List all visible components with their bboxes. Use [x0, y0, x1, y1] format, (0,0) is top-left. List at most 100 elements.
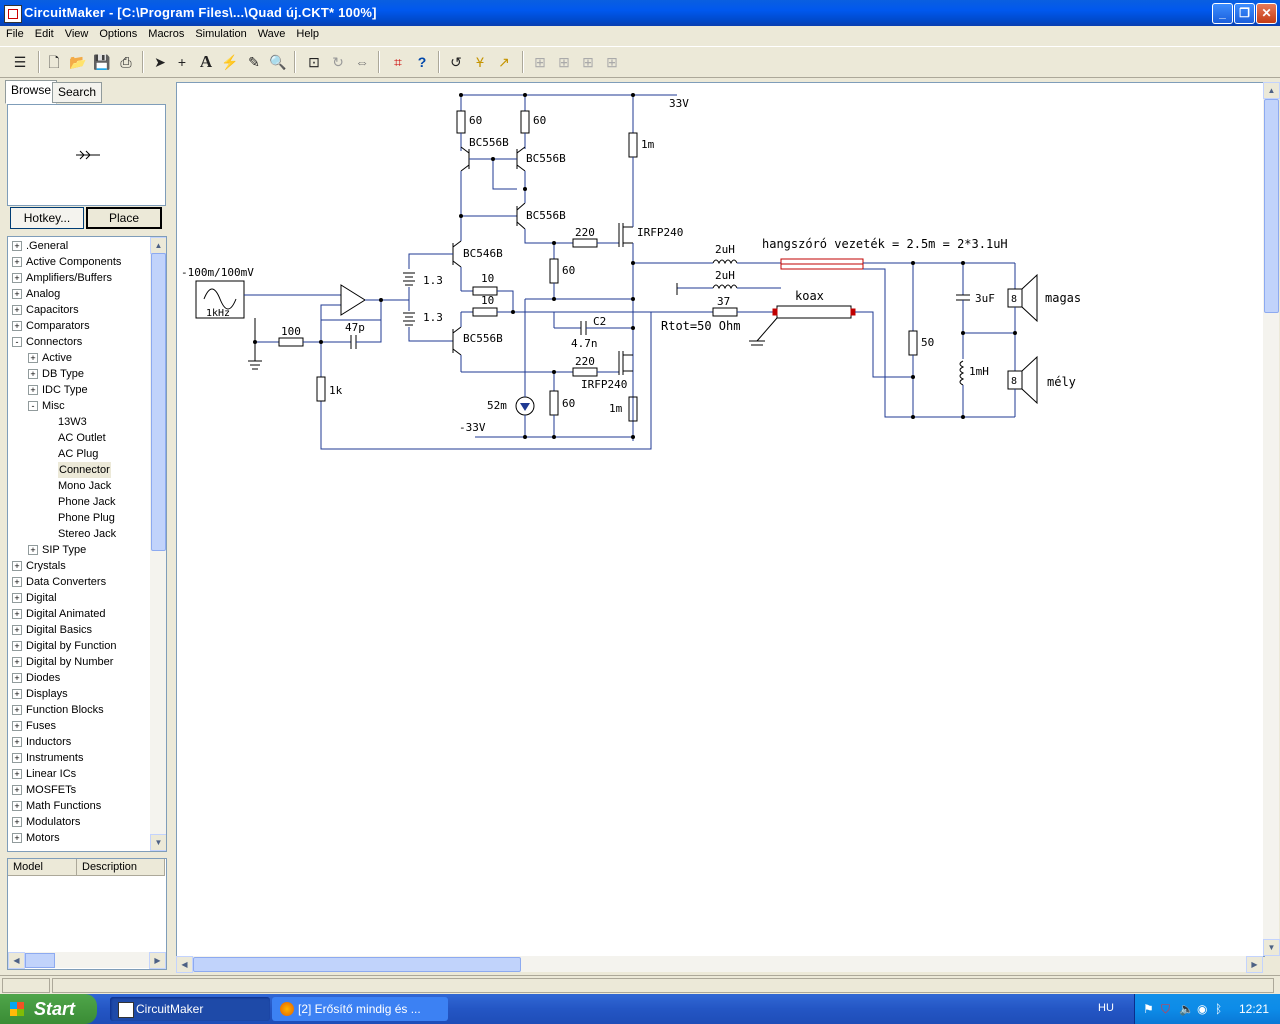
scroll-down-icon[interactable]: ▼: [150, 834, 166, 851]
expand-icon[interactable]: +: [28, 385, 38, 395]
canvas-vscrollbar[interactable]: ▲ ▼: [1263, 82, 1280, 956]
tab-browse[interactable]: Browse: [5, 80, 58, 104]
security-shield-icon[interactable]: ⛉: [1161, 1002, 1170, 1017]
tree-item[interactable]: + Active Components: [8, 254, 148, 270]
tree-item[interactable]: + Comparators: [8, 318, 148, 334]
close-button[interactable]: ✕: [1256, 3, 1277, 24]
expand-icon[interactable]: +: [12, 609, 22, 619]
tree-scroll-thumb[interactable]: [151, 253, 166, 551]
expand-icon[interactable]: +: [12, 753, 22, 763]
expand-icon[interactable]: +: [12, 769, 22, 779]
expand-icon[interactable]: +: [12, 257, 22, 267]
canvas-hscrollbar[interactable]: ◀ ▶: [176, 956, 1263, 973]
expand-icon[interactable]: +: [12, 817, 22, 827]
netlist-icon[interactable]: ⌗: [388, 52, 408, 72]
tree-item[interactable]: + Digital Animated: [8, 606, 148, 622]
tree-item[interactable]: + Digital by Function: [8, 638, 148, 654]
menu-edit[interactable]: Edit: [29, 26, 59, 40]
tree-item[interactable]: Mono Jack: [8, 478, 148, 494]
tree-item[interactable]: Connector: [8, 462, 148, 478]
tree-item[interactable]: + Displays: [8, 686, 148, 702]
clock[interactable]: 12:21: [1239, 1002, 1269, 1016]
tree-item[interactable]: + Fuses: [8, 718, 148, 734]
expand-icon[interactable]: +: [28, 545, 38, 555]
tree-item[interactable]: AC Plug: [8, 446, 148, 462]
expand-icon[interactable]: +: [12, 577, 22, 587]
sync-icon[interactable]: ◉: [1197, 1002, 1207, 1016]
tree-item[interactable]: + Math Functions: [8, 798, 148, 814]
zoom-fit-icon[interactable]: ⊡: [304, 52, 324, 72]
tree-item[interactable]: - Misc: [8, 398, 148, 414]
tree-item[interactable]: + Digital Basics: [8, 622, 148, 638]
tree-item[interactable]: + Active: [8, 350, 148, 366]
expand-icon[interactable]: +: [12, 657, 22, 667]
expand-icon[interactable]: +: [12, 833, 22, 843]
tree-item[interactable]: + Function Blocks: [8, 702, 148, 718]
tree-item[interactable]: + DB Type: [8, 366, 148, 382]
tree-item[interactable]: + SIP Type: [8, 542, 148, 558]
canvas-scroll-down-icon[interactable]: ▼: [1263, 939, 1280, 956]
tree-scrollbar[interactable]: ▲ ▼: [150, 237, 166, 851]
expand-icon[interactable]: +: [12, 305, 22, 315]
tree-item[interactable]: 13W3: [8, 414, 148, 430]
tree-item[interactable]: + Digital: [8, 590, 148, 606]
arrow-tool-icon[interactable]: ➤: [150, 52, 170, 72]
open-folder-icon[interactable]: 📂: [68, 52, 88, 72]
mirror-icon[interactable]: ⇔: [352, 52, 372, 72]
wire-tool-icon[interactable]: +: [172, 52, 192, 72]
help-icon[interactable]: ?: [412, 52, 432, 72]
scroll-left-icon[interactable]: ◀: [8, 952, 25, 969]
tree-item[interactable]: + Instruments: [8, 750, 148, 766]
place-button[interactable]: Place: [86, 207, 162, 229]
tree-item[interactable]: + Amplifiers/Buffers: [8, 270, 148, 286]
tree-item[interactable]: + Analog: [8, 286, 148, 302]
tree-item[interactable]: Phone Jack: [8, 494, 148, 510]
schematic-drawing[interactable]: 33V -33V -100m/100mV 1kHz 100 47p 1k 60 …: [177, 83, 1264, 956]
tree-item[interactable]: + Linear ICs: [8, 766, 148, 782]
expand-icon[interactable]: +: [12, 785, 22, 795]
reset-icon[interactable]: ↺: [446, 52, 466, 72]
expand-icon[interactable]: +: [12, 241, 22, 251]
expand-icon[interactable]: +: [12, 321, 22, 331]
app-icon[interactable]: [4, 5, 22, 23]
tree-item[interactable]: + Diodes: [8, 670, 148, 686]
expand-icon[interactable]: +: [28, 369, 38, 379]
toggle-panel-icon[interactable]: ☰: [10, 52, 30, 72]
expand-icon[interactable]: +: [12, 641, 22, 651]
print-icon[interactable]: ⎙: [116, 52, 136, 72]
start-button[interactable]: Start: [0, 994, 97, 1024]
grid-tool-3-icon[interactable]: ⊞: [578, 52, 598, 72]
network-icon[interactable]: ⚑: [1143, 1002, 1154, 1016]
tree-item[interactable]: + Capacitors: [8, 302, 148, 318]
menu-file[interactable]: File: [0, 26, 29, 40]
tree-item[interactable]: + Data Converters: [8, 574, 148, 590]
tree-item[interactable]: + Inductors: [8, 734, 148, 750]
restore-button[interactable]: ❐: [1234, 3, 1255, 24]
canvas-scroll-left-icon[interactable]: ◀: [176, 956, 193, 973]
canvas-scroll-right-icon[interactable]: ▶: [1246, 956, 1263, 973]
expand-icon[interactable]: +: [12, 705, 22, 715]
hotkey-button[interactable]: Hotkey...: [10, 207, 84, 229]
grid-tool-4-icon[interactable]: ⊞: [602, 52, 622, 72]
collapse-icon[interactable]: -: [12, 337, 22, 347]
run-icon[interactable]: ↗: [494, 52, 514, 72]
tree-item[interactable]: + Crystals: [8, 558, 148, 574]
expand-icon[interactable]: +: [12, 801, 22, 811]
tree-item[interactable]: + Digital by Number: [8, 654, 148, 670]
menu-options[interactable]: Options: [93, 26, 142, 40]
collapse-icon[interactable]: -: [28, 401, 38, 411]
expand-icon[interactable]: +: [12, 689, 22, 699]
zoom-tool-icon[interactable]: 🔍: [268, 52, 288, 72]
scroll-right-icon[interactable]: ▶: [149, 952, 166, 969]
model-hscrollbar[interactable]: ◀ ▶: [8, 952, 166, 969]
text-tool-icon[interactable]: A: [196, 52, 216, 72]
step-icon[interactable]: Ұ: [470, 52, 490, 72]
model-scroll-thumb[interactable]: [25, 953, 55, 968]
tree-item[interactable]: + Motors: [8, 830, 148, 846]
pen-tool-icon[interactable]: ✎: [244, 52, 264, 72]
menu-help[interactable]: Help: [290, 26, 324, 40]
expand-icon[interactable]: +: [12, 625, 22, 635]
tree-item[interactable]: + IDC Type: [8, 382, 148, 398]
tree-item[interactable]: + MOSFETs: [8, 782, 148, 798]
canvas-vscroll-thumb[interactable]: [1264, 99, 1279, 313]
